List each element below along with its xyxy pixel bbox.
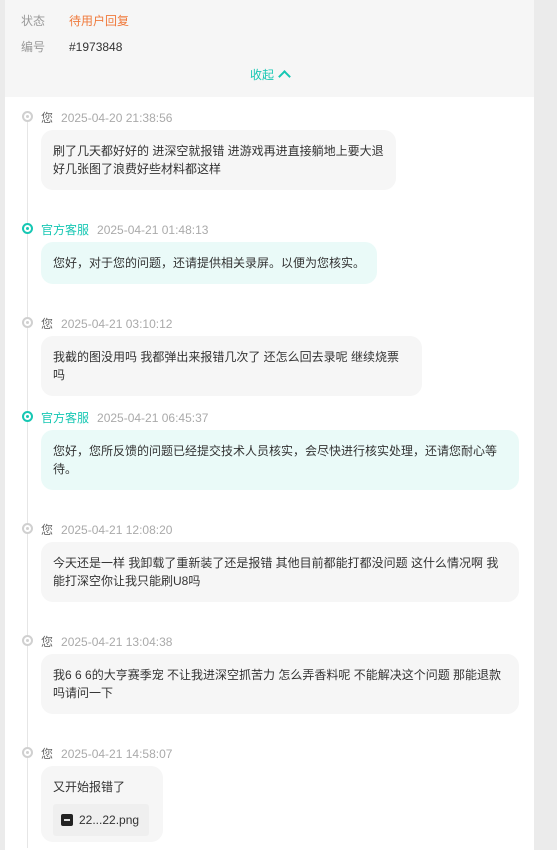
message-time: 2025-04-21 13:04:38 [61, 635, 173, 649]
message-bubble: 又开始报错了 22...22.png [41, 766, 163, 842]
timeline-dot-icon [22, 635, 33, 646]
sender-name: 您 [41, 523, 54, 537]
ticket-number: #1973848 [69, 40, 123, 54]
message-bubble: 您好，您所反馈的问题已经提交技术人员核实，会尽快进行核实处理，还请您耐心等待。 [41, 430, 519, 490]
message-time: 2025-04-21 03:10:12 [61, 317, 173, 331]
sender-name: 您 [41, 111, 54, 125]
sender-name: 官方客服 [41, 411, 90, 425]
status-value: 待用户回复 [69, 14, 130, 28]
attachment-name: 22...22.png [79, 813, 140, 827]
message-time: 2025-04-21 06:45:37 [97, 411, 209, 425]
status-row: 状态 待用户回复 [21, 12, 129, 29]
status-label: 状态 [21, 14, 46, 28]
message-bubble: 我6 6 6的大亨赛季宠 不让我进深空抓苦力 怎么弄香料呢 不能解决这个问题 那… [41, 654, 519, 714]
message-text: 又开始报错了 [53, 780, 126, 794]
message-time: 2025-04-21 01:48:13 [97, 223, 209, 237]
timeline-dot-icon [22, 411, 33, 422]
scrollbar-track[interactable] [534, 0, 557, 850]
ticket-header: 状态 待用户回复 编号 #1973848 收起 [5, 0, 534, 97]
attachment-file[interactable]: 22...22.png [53, 804, 149, 836]
sender-name: 官方客服 [41, 223, 90, 237]
chevron-up-icon [278, 70, 291, 83]
timeline-dot-icon [22, 223, 33, 234]
message-time: 2025-04-21 14:58:07 [61, 747, 173, 761]
message-meta: 您 2025-04-21 14:58:07 [41, 745, 172, 762]
collapse-label: 收起 [249, 68, 274, 82]
sender-name: 您 [41, 317, 54, 331]
number-label: 编号 [21, 40, 46, 54]
message-meta: 您 2025-04-21 03:10:12 [41, 315, 172, 332]
message-bubble: 我截的图没用吗 我都弹出来报错几次了 还怎么回去录呢 继续烧票吗 [41, 336, 422, 396]
timeline-dot-icon [22, 523, 33, 534]
sender-name: 您 [41, 635, 54, 649]
timeline-dot-icon [22, 111, 33, 122]
message-meta: 您 2025-04-21 12:08:20 [41, 521, 172, 538]
number-row: 编号 #1973848 [21, 38, 122, 55]
sender-name: 您 [41, 747, 54, 761]
message-bubble: 今天还是一样 我卸载了重新装了还是报错 其他目前都能打都没问题 这什么情况啊 我… [41, 542, 519, 602]
timeline-dot-icon [22, 317, 33, 328]
timeline-dot-icon [22, 747, 33, 758]
collapse-button[interactable]: 收起 [5, 66, 534, 83]
message-meta: 官方客服 2025-04-21 01:48:13 [41, 221, 208, 238]
message-time: 2025-04-21 12:08:20 [61, 523, 173, 537]
image-file-icon [61, 814, 73, 826]
message-time: 2025-04-20 21:38:56 [61, 111, 173, 125]
message-meta: 您 2025-04-21 13:04:38 [41, 633, 172, 650]
message-meta: 您 2025-04-20 21:38:56 [41, 109, 172, 126]
message-bubble: 刷了几天都好好的 进深空就报错 进游戏再进直接躺地上要大退好几张图了浪费好些材料… [41, 130, 396, 190]
message-meta: 官方客服 2025-04-21 06:45:37 [41, 409, 208, 426]
ticket-panel: 状态 待用户回复 编号 #1973848 收起 您 2025-04-20 21:38:… [5, 0, 534, 850]
message-bubble: 您好，对于您的问题，还请提供相关录屏。以便为您核实。 [41, 242, 377, 284]
